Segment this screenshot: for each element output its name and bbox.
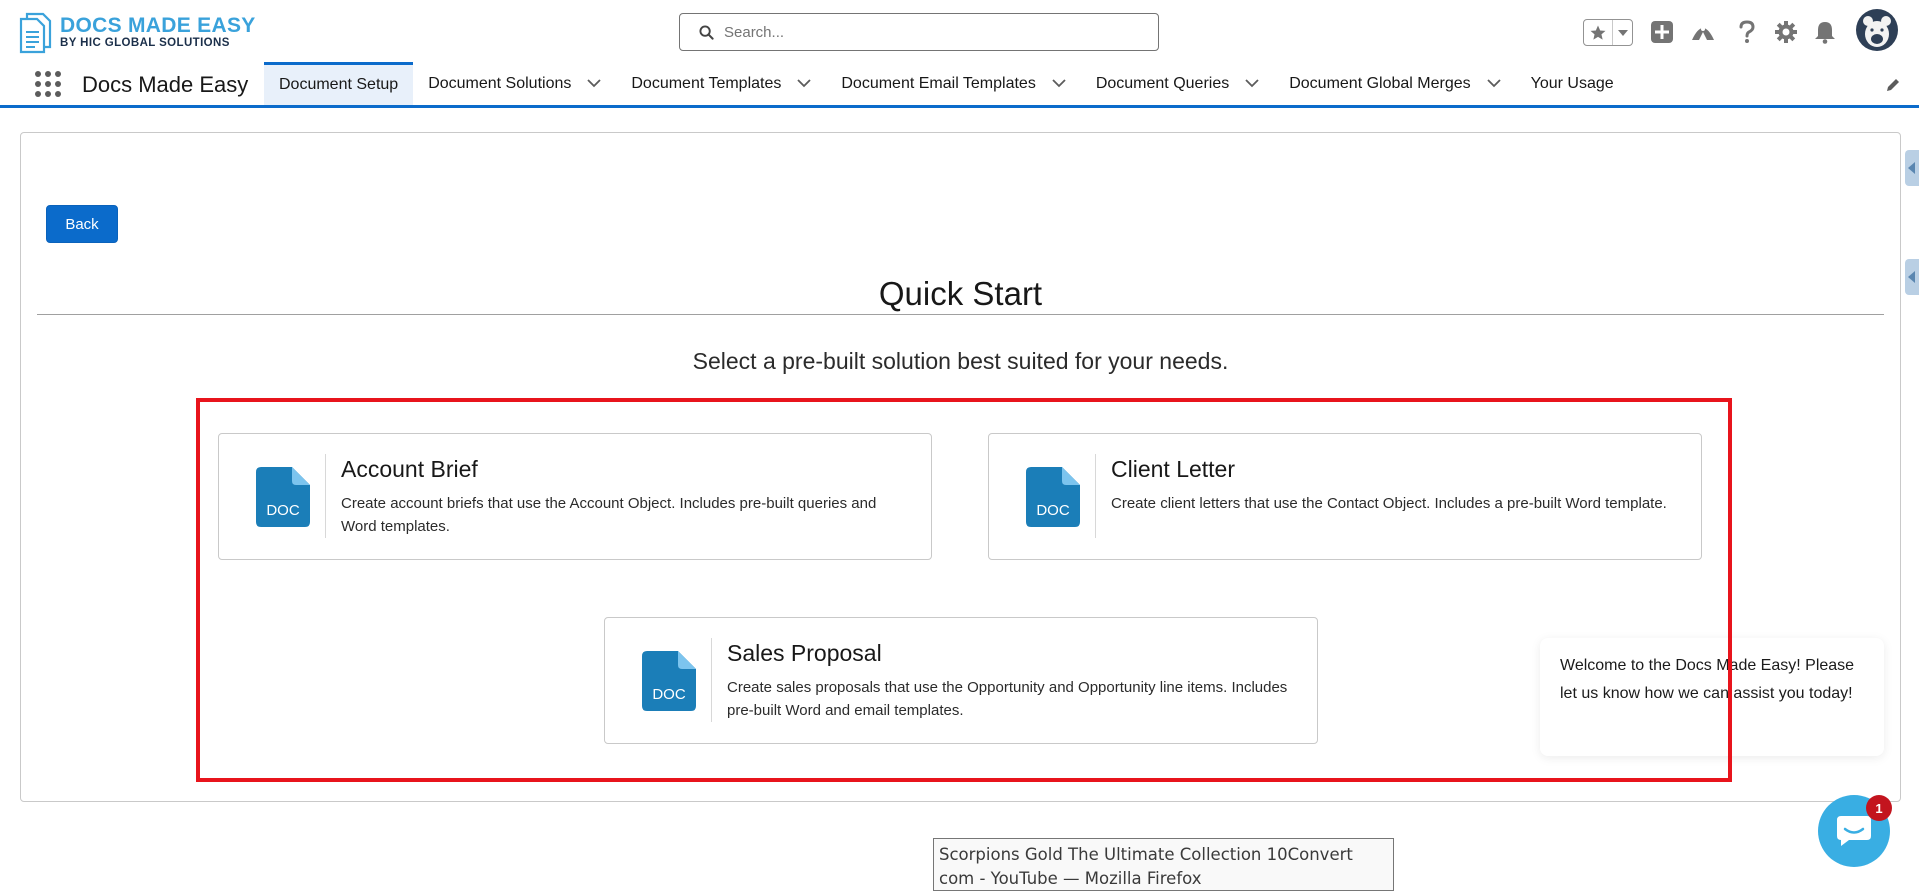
- search-input[interactable]: [724, 23, 1144, 41]
- chevron-down-icon[interactable]: [1245, 79, 1259, 88]
- page-title: Quick Start: [878, 275, 1043, 312]
- search-icon: [699, 24, 714, 40]
- tab-document-queries[interactable]: Document Queries: [1081, 62, 1274, 105]
- tab-label: Document Queries: [1095, 74, 1230, 92]
- favorites-group: [1583, 19, 1633, 46]
- tab-label: Document Email Templates: [841, 74, 1036, 92]
- tab-label: Document Solutions: [428, 74, 572, 92]
- tab-label: Your Usage: [1530, 74, 1614, 92]
- app-navigation-bar: Docs Made Easy Document Setup Document S…: [0, 62, 1919, 108]
- side-panel-toggle-bottom[interactable]: [1905, 259, 1919, 295]
- divider: [37, 314, 1884, 315]
- app-launcher-icon[interactable]: [35, 71, 61, 97]
- nav-tabs: Document Setup Document Solutions Docume…: [264, 62, 1629, 105]
- app-logo[interactable]: DOCS MADE EASY BY HIC GLOBAL SOLUTIONS: [18, 10, 256, 54]
- chevron-left-icon: [1908, 271, 1915, 283]
- tab-document-setup[interactable]: Document Setup: [264, 62, 414, 105]
- chevron-left-icon: [1908, 162, 1915, 174]
- notification-bell-icon[interactable]: [1813, 20, 1837, 44]
- tab-document-global-merges[interactable]: Document Global Merges: [1274, 62, 1515, 105]
- window-title-tooltip: Scorpions Gold The Ultimate Collection 1…: [933, 838, 1394, 891]
- edit-nav-pencil-icon[interactable]: [1885, 77, 1901, 98]
- tab-document-solutions[interactable]: Document Solutions: [413, 62, 616, 105]
- chat-bubble-icon: [1837, 816, 1871, 846]
- tab-document-email-templates[interactable]: Document Email Templates: [826, 62, 1080, 105]
- unread-count-badge: 1: [1866, 795, 1892, 821]
- side-panel-toggle-top[interactable]: [1905, 150, 1919, 186]
- highlight-annotation-box: [196, 398, 1732, 782]
- tab-label: Document Setup: [279, 76, 399, 93]
- global-search[interactable]: [679, 13, 1159, 51]
- docs-logo-icon: [18, 10, 56, 54]
- logo-subtitle: BY HIC GLOBAL SOLUTIONS: [60, 36, 230, 49]
- chevron-down-icon[interactable]: [1052, 79, 1066, 88]
- page-subtitle: Select a pre-built solution best suited …: [692, 348, 1229, 374]
- tab-label: Document Templates: [631, 74, 782, 92]
- tab-label: Document Global Merges: [1289, 74, 1471, 92]
- tab-your-usage[interactable]: Your Usage: [1516, 62, 1629, 105]
- tab-document-templates[interactable]: Document Templates: [616, 62, 826, 105]
- logo-title: DOCS MADE EASY: [60, 13, 256, 37]
- help-icon[interactable]: [1735, 20, 1759, 44]
- setup-gear-icon[interactable]: [1774, 20, 1798, 44]
- avatar[interactable]: [1856, 9, 1898, 51]
- global-header: DOCS MADE EASY BY HIC GLOBAL SOLUTIONS: [0, 0, 1919, 62]
- chevron-down-icon[interactable]: [797, 79, 812, 88]
- trailhead-icon[interactable]: [1690, 20, 1716, 44]
- chevron-down-icon[interactable]: [1613, 20, 1632, 45]
- add-icon[interactable]: [1650, 20, 1674, 44]
- app-name: Docs Made Easy: [82, 72, 249, 97]
- star-icon[interactable]: [1584, 20, 1614, 45]
- chevron-down-icon[interactable]: [587, 79, 602, 88]
- back-button[interactable]: Back: [46, 205, 118, 243]
- chevron-down-icon[interactable]: [1487, 79, 1501, 88]
